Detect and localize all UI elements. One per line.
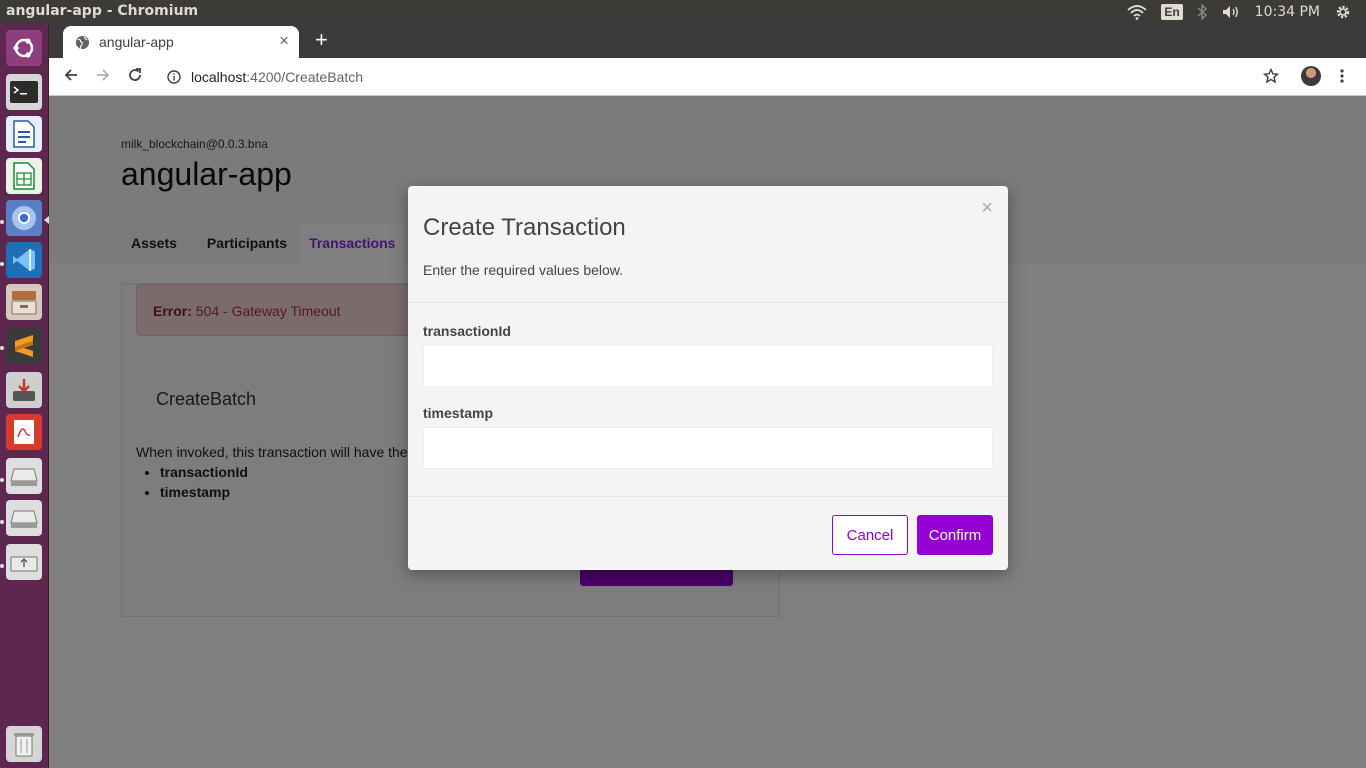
info-icon[interactable] (167, 70, 181, 84)
profile-avatar[interactable] (1301, 66, 1321, 86)
clock[interactable]: 10:34 PM (1255, 4, 1320, 20)
web-page: milk_blockchain@0.0.3.bna angular-app As… (49, 96, 1366, 768)
more-menu-icon[interactable] (1339, 68, 1345, 84)
address-bar[interactable]: localhost:4200/CreateBatch (161, 62, 1291, 92)
libreoffice-writer-icon[interactable] (6, 116, 42, 152)
bluetooth-icon[interactable] (1197, 4, 1207, 20)
create-transaction-dialog: × Create Transaction Enter the required … (408, 186, 1008, 570)
chromium-icon[interactable] (6, 200, 42, 236)
evince-pdf-icon[interactable] (6, 414, 42, 450)
cancel-button[interactable]: Cancel (832, 515, 908, 555)
timestamp-label: timestamp (423, 405, 494, 421)
ubuntu-dash-icon[interactable] (6, 30, 42, 66)
installer-icon[interactable] (6, 372, 42, 408)
new-tab-icon[interactable]: + (315, 29, 328, 51)
bookmark-star-icon[interactable] (1263, 68, 1279, 84)
url-path: :4200/CreateBatch (246, 69, 364, 85)
os-top-panel: angular-app - Chromium En 10:34 PM (0, 0, 1366, 24)
url-host: localhost (191, 69, 247, 85)
wifi-icon[interactable] (1127, 4, 1147, 20)
system-tray: En 10:34 PM (1127, 0, 1366, 24)
transaction-id-label: transactionId (423, 323, 511, 339)
sublime-text-icon[interactable] (6, 328, 42, 364)
usb-drive-icon[interactable] (6, 544, 42, 580)
confirm-button[interactable]: Confirm (917, 515, 993, 555)
browser-tab-strip: angular-app × + (49, 24, 1366, 58)
close-tab-icon[interactable]: × (279, 32, 289, 50)
disk-drive-icon[interactable] (6, 458, 42, 494)
disk-drive-icon[interactable] (6, 500, 42, 536)
dialog-subtitle: Enter the required values below. (423, 262, 624, 278)
url-text: localhost:4200/CreateBatch (191, 69, 363, 85)
terminal-icon[interactable] (6, 74, 42, 110)
settings-gear-icon[interactable] (1334, 3, 1352, 21)
volume-icon[interactable] (1221, 4, 1241, 20)
file-archive-icon[interactable] (6, 284, 42, 320)
back-arrow-icon[interactable] (63, 67, 79, 83)
divider (408, 496, 1008, 497)
timestamp-input[interactable] (423, 427, 993, 469)
browser-tab[interactable]: angular-app × (63, 26, 299, 58)
dialog-title: Create Transaction (423, 214, 626, 241)
window-title: angular-app - Chromium (6, 3, 199, 19)
close-icon[interactable]: × (981, 198, 993, 218)
vscode-icon[interactable] (6, 242, 42, 278)
reload-icon[interactable] (127, 67, 143, 83)
libreoffice-calc-icon[interactable] (6, 158, 42, 194)
keyboard-layout-indicator[interactable]: En (1161, 4, 1183, 20)
browser-toolbar: localhost:4200/CreateBatch (49, 58, 1366, 96)
globe-icon (75, 35, 90, 50)
trash-icon[interactable] (6, 726, 42, 762)
unity-launcher (0, 24, 49, 768)
transaction-id-input[interactable] (423, 345, 993, 387)
forward-arrow-icon[interactable] (95, 67, 111, 83)
divider (408, 302, 1008, 303)
tab-title: angular-app (99, 34, 174, 50)
